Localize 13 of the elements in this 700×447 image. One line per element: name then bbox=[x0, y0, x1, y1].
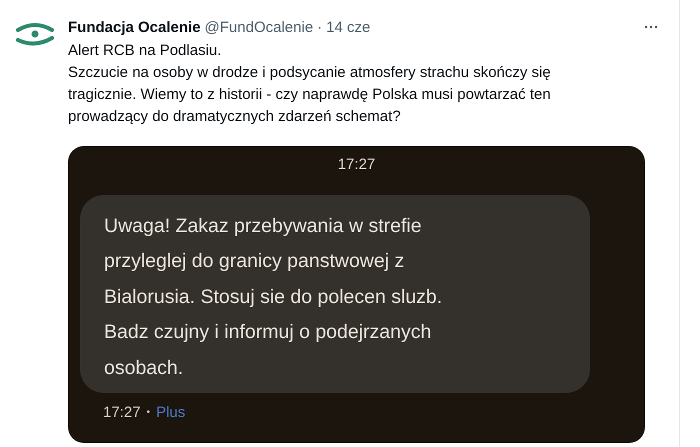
post-text: Alert RCB na Podlasiu. Szczucie na osoby w drodze i podsycanie atmosfery strachu skończy się tragicznie. Wiemy to z historii - czy naprawdę Polska musi powtarzać ten prowadzący do dramatycznych zdarzeń schemat? bbox=[68, 41, 552, 127]
author-handle[interactable]: @FundOcalenie bbox=[204, 18, 314, 38]
more-button[interactable]: ··· bbox=[644, 18, 659, 38]
separator: • bbox=[146, 406, 150, 420]
message-time: 17:27 bbox=[338, 155, 376, 175]
logo-icon bbox=[16, 22, 54, 46]
separator: · bbox=[317, 18, 322, 38]
sim-label: Plus bbox=[156, 402, 186, 422]
message-text: Uwaga! Zakaz przebywania w strefie przyleglej do granicy panstwowej z Bialorusia. Stosuj sie do polecen sluzb. Badz czujny i informuj o podejrzanych osobach. bbox=[104, 214, 444, 380]
delivery-time: 17:27 bbox=[103, 402, 141, 422]
author-name[interactable]: Fundacja Ocalenie bbox=[68, 18, 201, 38]
attached-screenshot[interactable]: 17:27 Uwaga! Zakaz przebywania w strefie przyleglej do granicy panstwowej z Bialorusia. Stosuj sie do polecen sluzb. Badz czujny i informuj o podejrzanych osobach. 17:27 • Plus bbox=[68, 146, 645, 443]
post-date[interactable]: 14 cze bbox=[326, 18, 370, 38]
